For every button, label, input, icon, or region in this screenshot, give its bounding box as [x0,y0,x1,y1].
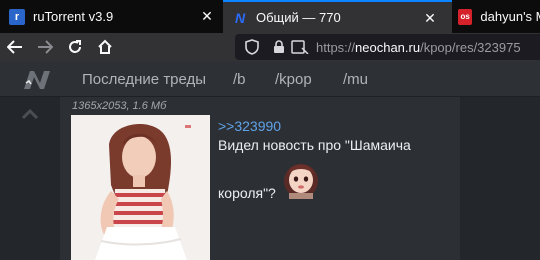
sticker-emoji-icon [284,164,318,199]
tab-title: ruTorrent v3.9 [33,9,114,24]
url-host: neochan.ru [355,40,421,55]
file-meta: 1365x2053, 1.6 Мб [72,100,167,112]
tab-rutorrent[interactable]: r ruTorrent v3.9 ✕ [0,0,223,33]
nav-link-kpop[interactable]: /kpop [275,71,312,88]
lock-icon[interactable] [273,40,285,54]
rutorrent-favicon-icon: r [9,8,25,25]
tab-title: dahyun's M [480,9,540,24]
post-text-line: Видел новость про "Шамаича [218,137,411,153]
right-gutter [460,97,540,260]
tab-strip: r ruTorrent v3.9 ✕ N Общий — 770 ✕ os da… [0,0,540,33]
address-bar[interactable]: https://neochan.ru/kpop/res/323975 [235,34,540,60]
neochan-favicon-icon: N [234,9,246,26]
os-favicon-icon: os [458,8,473,25]
forward-arrow-icon[interactable] [35,37,55,57]
url-text: https://neochan.ru/kpop/res/323975 [316,40,521,55]
nav-link-recent-threads[interactable]: Последние треды [82,71,206,88]
scroll-up-icon[interactable] [20,107,40,121]
url-scheme: https:// [316,40,356,55]
post-text-line: короля"? [218,185,276,201]
home-icon[interactable] [95,37,115,57]
url-path: /kpop/res/323975 [420,40,521,55]
post: 1365x2053, 1.6 Мб >>323990 Видел новость… [60,97,460,260]
close-icon[interactable]: ✕ [422,10,438,26]
left-gutter [0,97,60,260]
tab-active-thread[interactable]: N Общий — 770 ✕ [223,0,452,33]
reply-reference-link[interactable]: >>323990 [218,118,281,134]
permissions-icon[interactable] [291,40,309,54]
shield-icon[interactable] [245,39,259,55]
tab-title: Общий — 770 [256,10,341,25]
neochan-logo-icon[interactable] [20,69,54,91]
tab-dahyun[interactable]: os dahyun's M [452,0,540,33]
post-image-thumbnail[interactable] [71,115,210,260]
close-icon[interactable]: ✕ [199,8,215,24]
navigation-bar: https://neochan.ru/kpop/res/323975 [0,33,540,61]
back-arrow-icon[interactable] [5,37,25,57]
nav-link-b[interactable]: /b [233,71,246,88]
site-header: Последние треды /b /kpop /mu [0,61,540,97]
nav-link-mu[interactable]: /mu [343,71,368,88]
reload-icon[interactable] [65,37,85,57]
